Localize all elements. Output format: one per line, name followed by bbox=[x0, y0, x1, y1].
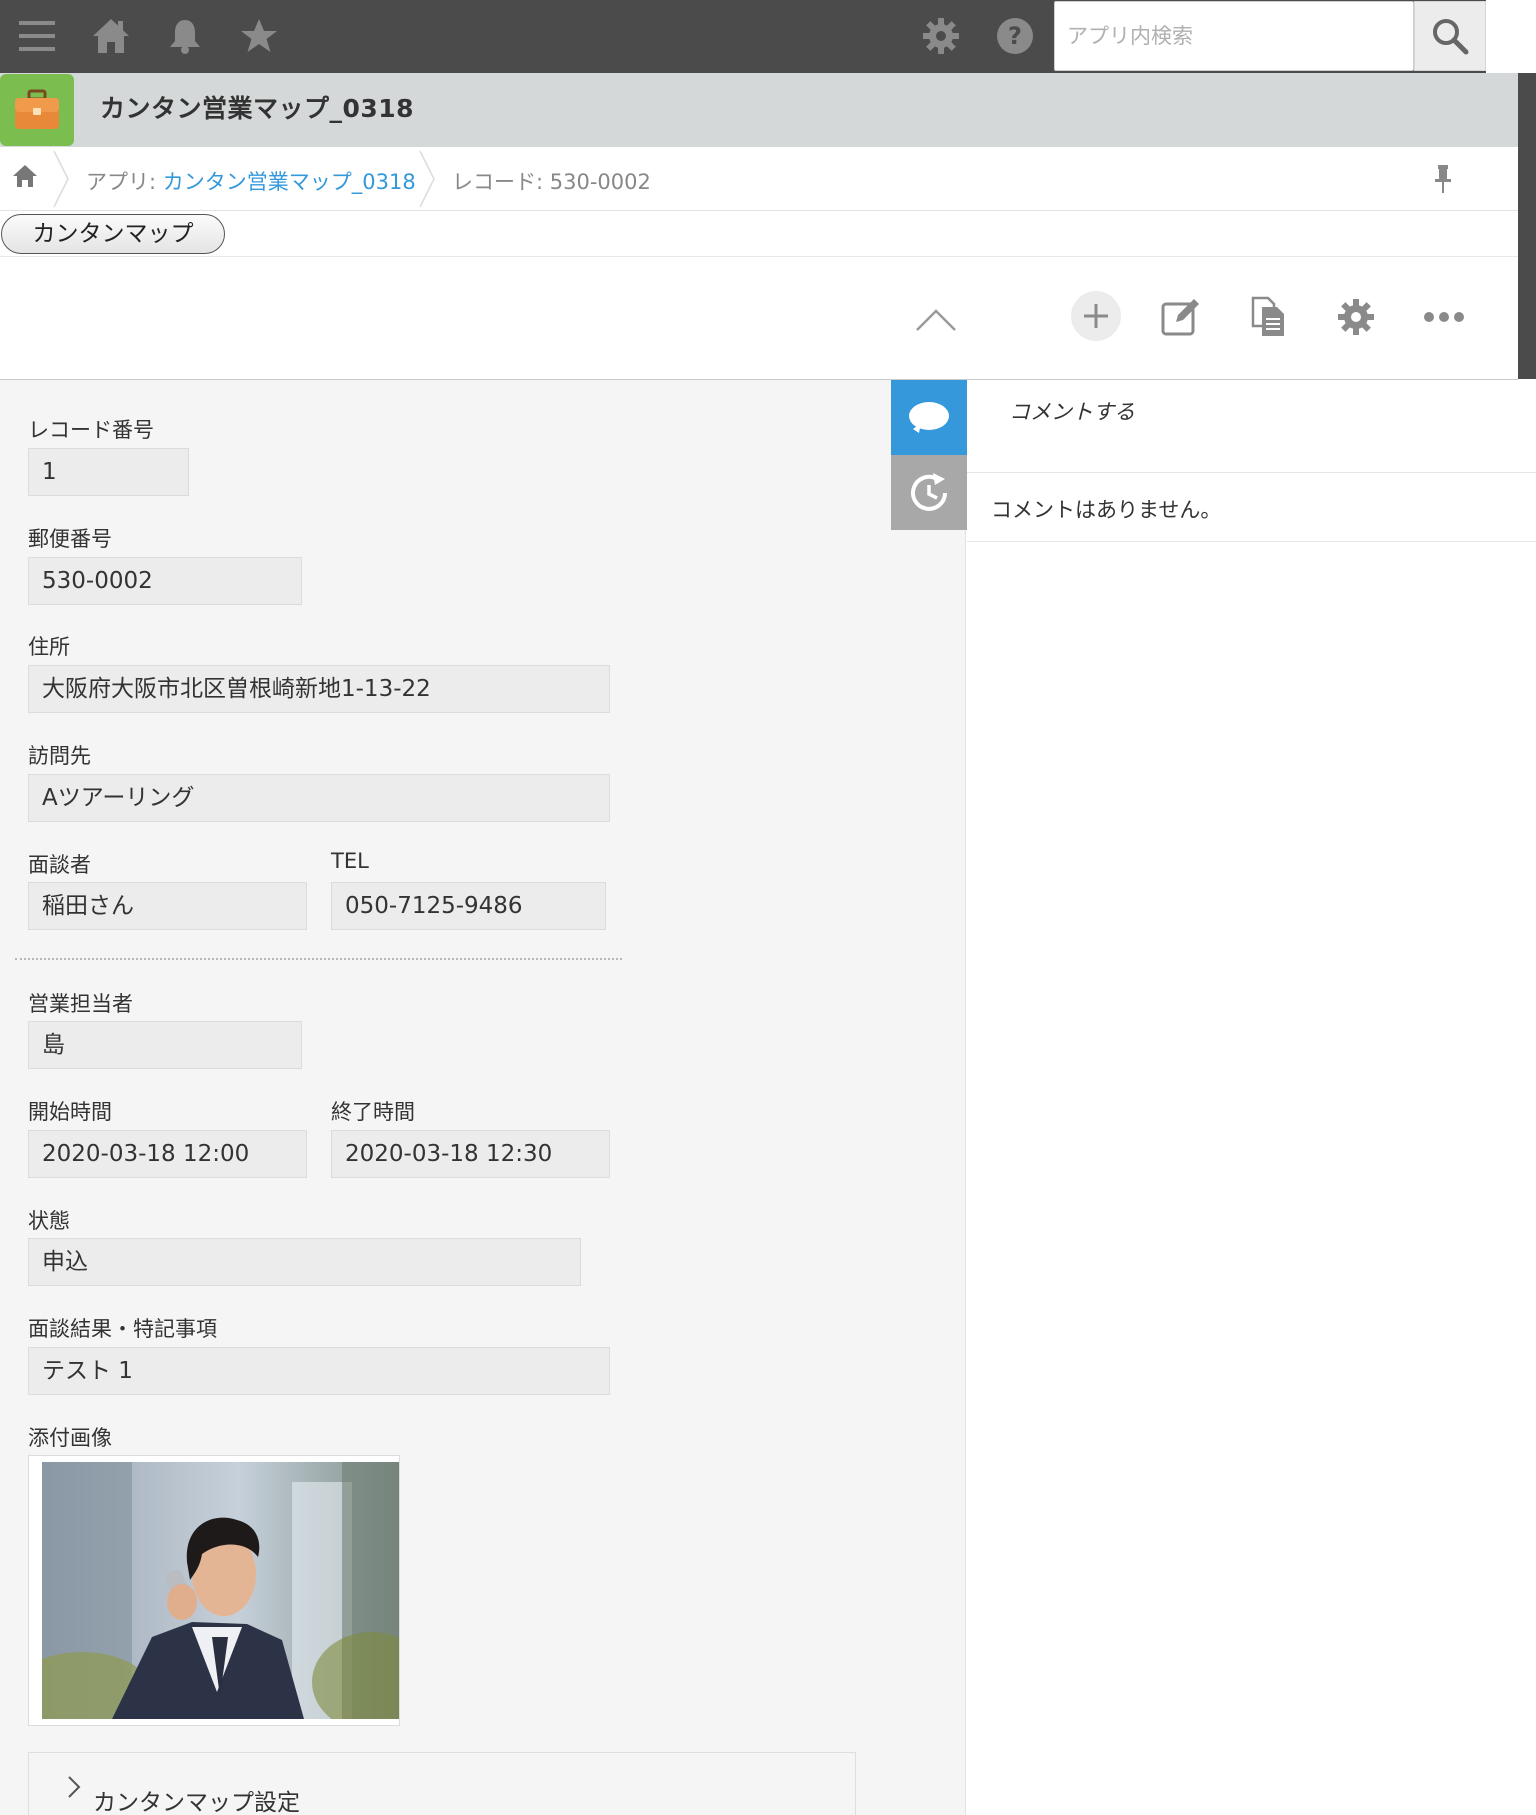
no-comment-row: コメントはありません。 bbox=[967, 473, 1536, 542]
no-comment-message: コメントはありません。 bbox=[991, 498, 1222, 522]
kantan-map-settings-label: カンタンマップ設定 bbox=[93, 1790, 300, 1815]
home-icon[interactable] bbox=[89, 14, 133, 58]
postal-code-label: 郵便番号 bbox=[28, 527, 112, 551]
add-record-button[interactable] bbox=[1071, 291, 1121, 341]
comment-icon bbox=[909, 401, 949, 433]
search-icon bbox=[1433, 19, 1469, 55]
visit-to-value: Aツアーリング bbox=[28, 774, 610, 822]
briefcase-icon bbox=[0, 74, 74, 146]
start-time-value: 2020-03-18 12:00 bbox=[28, 1130, 307, 1178]
record-toolbar bbox=[0, 257, 1518, 380]
sales-rep-label: 営業担当者 bbox=[28, 992, 133, 1016]
visit-to-label: 訪問先 bbox=[28, 744, 91, 768]
chevron-up-icon[interactable] bbox=[910, 293, 962, 345]
attachment-label: 添付画像 bbox=[28, 1426, 112, 1450]
search-button[interactable] bbox=[1414, 1, 1486, 71]
menu-icon[interactable] bbox=[15, 14, 59, 58]
history-tab[interactable] bbox=[891, 455, 967, 530]
topbar-spacer bbox=[1486, 0, 1536, 73]
tel-label: TEL bbox=[331, 849, 369, 873]
breadcrumb-app-prefix: アプリ: bbox=[86, 170, 163, 194]
breadcrumb-home-icon[interactable] bbox=[12, 163, 42, 193]
record-number-label: レコード番号 bbox=[28, 418, 154, 442]
interviewee-value: 稲田さん bbox=[28, 882, 307, 930]
kantan-map-button[interactable]: カンタンマップ bbox=[1, 214, 225, 254]
field-group-divider bbox=[15, 958, 622, 960]
status-value: 申込 bbox=[28, 1238, 581, 1286]
comment-write-label: コメントする bbox=[1009, 400, 1135, 424]
tel-value: 050-7125-9486 bbox=[331, 882, 606, 930]
app-search-input[interactable] bbox=[1055, 2, 1413, 70]
address-value: 大阪府大阪市北区曽根崎新地1-13-22 bbox=[28, 665, 610, 713]
scrollbar-gutter bbox=[1518, 73, 1536, 379]
copy-icon[interactable] bbox=[1243, 291, 1295, 343]
status-label: 状態 bbox=[28, 1209, 70, 1233]
breadcrumb-separator bbox=[53, 150, 69, 208]
interviewee-label: 面談者 bbox=[28, 853, 91, 877]
comment-write-area[interactable]: コメントする bbox=[967, 380, 1536, 473]
end-time-value: 2020-03-18 12:30 bbox=[331, 1130, 610, 1178]
start-time-label: 開始時間 bbox=[28, 1100, 112, 1124]
svg-text:?: ? bbox=[1008, 22, 1022, 50]
end-time-label: 終了時間 bbox=[331, 1100, 415, 1124]
comment-panel: コメントする コメントはありません。 bbox=[967, 380, 1536, 1815]
result-notes-value: テスト 1 bbox=[28, 1347, 610, 1395]
record-number-value: 1 bbox=[28, 448, 189, 496]
bell-icon[interactable] bbox=[163, 14, 207, 58]
more-icon[interactable] bbox=[1418, 291, 1470, 343]
chevron-right-icon bbox=[68, 1776, 81, 1798]
plus-icon bbox=[1084, 304, 1108, 328]
comments-tab[interactable] bbox=[891, 380, 967, 455]
app-search-box bbox=[1054, 1, 1414, 71]
attachment-photo[interactable] bbox=[42, 1462, 399, 1719]
help-icon[interactable]: ? bbox=[993, 14, 1037, 58]
kantan-map-settings-group[interactable]: カンタンマップ設定 bbox=[28, 1752, 856, 1815]
custom-button-row: カンタンマップ bbox=[0, 211, 1518, 257]
pin-icon[interactable] bbox=[1430, 163, 1456, 195]
app-title: カンタン営業マップ_0318 bbox=[100, 94, 415, 123]
history-icon bbox=[911, 472, 947, 511]
attachment-image-frame bbox=[28, 1455, 400, 1726]
breadcrumb: アプリ: カンタン営業マップ_0318 レコード: 530-0002 bbox=[0, 147, 1518, 211]
record-settings-gear-icon[interactable] bbox=[1330, 291, 1382, 343]
edit-icon[interactable] bbox=[1155, 291, 1207, 343]
address-label: 住所 bbox=[28, 635, 70, 659]
star-icon[interactable] bbox=[237, 14, 281, 58]
result-notes-label: 面談結果・特記事項 bbox=[28, 1317, 217, 1341]
sales-rep-value: 島 bbox=[28, 1021, 302, 1069]
breadcrumb-separator bbox=[419, 150, 435, 208]
gear-icon[interactable] bbox=[919, 14, 963, 58]
app-header: カンタン営業マップ_0318 bbox=[0, 73, 1518, 147]
breadcrumb-app: アプリ: カンタン営業マップ_0318 bbox=[86, 166, 416, 196]
postal-code-value: 530-0002 bbox=[28, 557, 302, 605]
breadcrumb-app-link[interactable]: カンタン営業マップ_0318 bbox=[163, 170, 416, 194]
breadcrumb-record: レコード: 530-0002 bbox=[452, 170, 651, 194]
